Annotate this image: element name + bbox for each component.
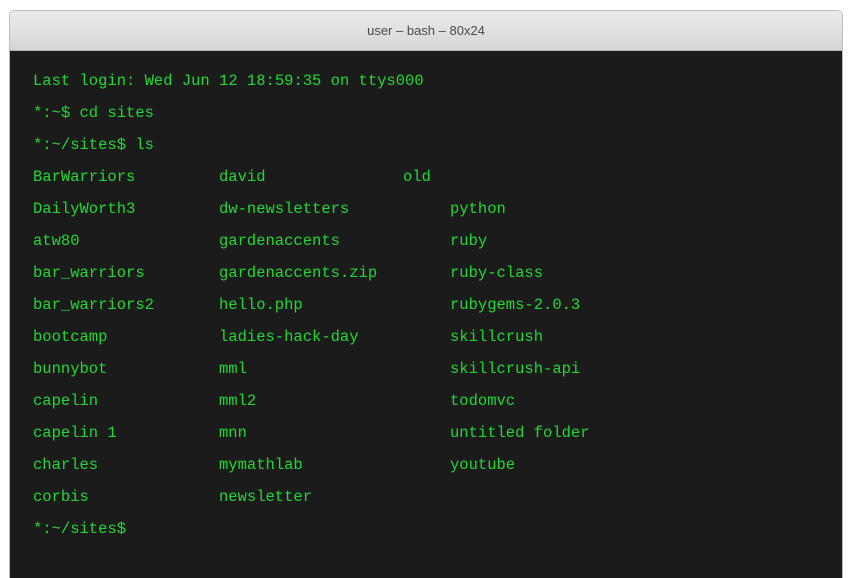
listing-row: bar_warriors2 hello.php rubygems-2.0.3 <box>33 295 842 327</box>
listing-entry: capelin 1 <box>33 424 117 442</box>
listing-row: bootcamp ladies-hack-day skillcrush <box>33 327 842 359</box>
listing-entry: todomvc <box>450 392 516 410</box>
listing-entry: hello.php <box>219 296 303 314</box>
listing-row: bar_warriors gardenaccents.zip ruby-clas… <box>33 263 842 295</box>
listing-entry: atw80 <box>33 232 80 250</box>
shell-prompt: *:~/sites$ <box>33 520 127 538</box>
login-line: Last login: Wed Jun 12 18:59:35 on ttys0… <box>33 72 424 90</box>
listing-entry: charles <box>33 456 99 474</box>
listing-entry: mymathlab <box>219 456 303 474</box>
listing-row: atw80 gardenaccents ruby <box>33 231 842 263</box>
listing-entry: capelin <box>33 392 99 410</box>
listing-entry: DailyWorth3 <box>33 200 136 218</box>
listing-entry: bootcamp <box>33 328 108 346</box>
listing-row: bunnybot mml skillcrush-api <box>33 359 842 391</box>
listing-entry: mnn <box>219 424 247 442</box>
terminal-window: user – bash – 80x24 Last login: Wed Jun … <box>9 10 843 578</box>
listing-entry: dw-newsletters <box>219 200 350 218</box>
listing-row: charles mymathlab youtube <box>33 455 842 487</box>
command-line-cd: *:~$ cd sites <box>33 104 154 122</box>
window-title: user – bash – 80x24 <box>367 23 485 38</box>
listing-entry: mml <box>219 360 247 378</box>
listing-row: capelin mml2 todomvc <box>33 391 842 423</box>
listing-entry: david <box>219 168 266 186</box>
listing-entry: youtube <box>450 456 516 474</box>
listing-entry: untitled folder <box>450 424 590 442</box>
listing-entry: python <box>450 200 506 218</box>
window-titlebar[interactable]: user – bash – 80x24 <box>10 11 842 51</box>
listing-entry: bunnybot <box>33 360 108 378</box>
terminal-output[interactable]: Last login: Wed Jun 12 18:59:35 on ttys0… <box>10 51 842 578</box>
listing-entry: old <box>403 168 431 186</box>
listing-entry: skillcrush-api <box>450 360 581 378</box>
listing-entry: ruby <box>450 232 488 250</box>
listing-entry: bar_warriors2 <box>33 296 154 314</box>
listing-entry: rubygems-2.0.3 <box>450 296 581 314</box>
command-line-ls: *:~/sites$ ls <box>33 136 154 154</box>
listing-row: DailyWorth3 dw-newsletters python <box>33 199 842 231</box>
listing-entry: bar_warriors <box>33 264 145 282</box>
listing-entry: corbis <box>33 488 89 506</box>
listing-entry: gardenaccents <box>219 232 340 250</box>
listing-row: capelin 1 mnn untitled folder <box>33 423 842 455</box>
listing-entry: ladies-hack-day <box>219 328 359 346</box>
listing-entry: BarWarriors <box>33 168 136 186</box>
listing-entry: gardenaccents.zip <box>219 264 378 282</box>
listing-entry: skillcrush <box>450 328 544 346</box>
listing-entry: mml2 <box>219 392 257 410</box>
listing-entry: ruby-class <box>450 264 544 282</box>
listing-entry: newsletter <box>219 488 313 506</box>
listing-row: corbis newsletter <box>33 487 842 519</box>
listing-row: BarWarriors david old <box>33 167 842 199</box>
